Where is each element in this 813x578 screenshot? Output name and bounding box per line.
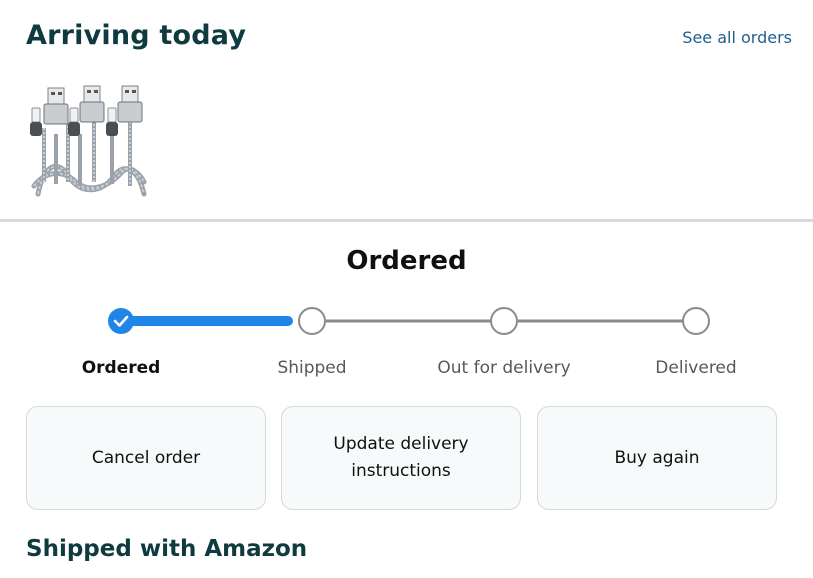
step-delivered-circle-icon [682, 307, 710, 335]
section-divider [0, 219, 813, 222]
product-image[interactable] [30, 82, 148, 198]
lightning-cable-icon [30, 85, 147, 197]
update-delivery-instructions-button[interactable]: Update delivery instructions [281, 406, 521, 510]
arriving-header: Arriving today See all orders [26, 18, 792, 58]
arriving-title: Arriving today [26, 20, 247, 51]
step-label-shipped: Shipped [277, 358, 347, 378]
see-all-orders-link[interactable]: See all orders [682, 27, 792, 49]
step-label-out-for-delivery: Out for delivery [437, 358, 571, 378]
buy-again-button[interactable]: Buy again [537, 406, 777, 510]
step-shipped-circle-icon [298, 307, 326, 335]
cancel-order-button[interactable]: Cancel order [26, 406, 266, 510]
order-progress-tracker [0, 300, 813, 344]
step-label-delivered: Delivered [655, 358, 737, 378]
step-ordered-check-icon [108, 308, 134, 334]
order-status-title: Ordered [346, 246, 467, 276]
step-out-for-delivery-circle-icon [490, 307, 518, 335]
step-label-ordered: Ordered [81, 358, 161, 378]
shipped-with-heading: Shipped with Amazon [26, 536, 308, 562]
